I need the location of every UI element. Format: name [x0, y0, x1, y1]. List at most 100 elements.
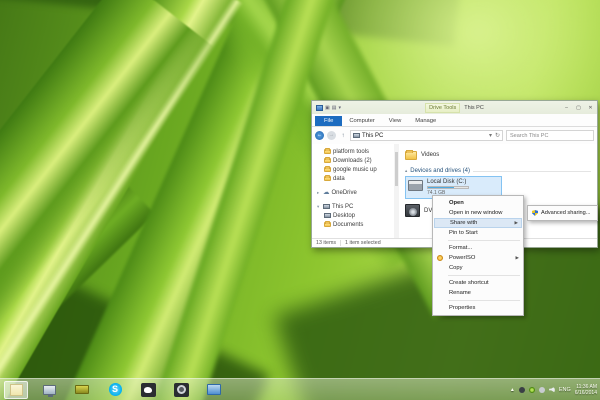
menu-item-rename[interactable]: Rename [434, 288, 522, 298]
folder-item-videos[interactable]: Videos [405, 148, 595, 162]
videos-folder-icon [405, 151, 417, 160]
taskbar-app-computer[interactable] [37, 381, 61, 399]
skype-icon: S [109, 383, 122, 396]
address-dropdown-icon[interactable]: ▾ [489, 132, 492, 139]
show-hidden-icons[interactable]: ▲ [510, 387, 515, 393]
address-box[interactable]: This PC ▾ ↻ [350, 130, 503, 141]
collapse-group-icon[interactable]: ▴ [405, 168, 407, 174]
expander-icon[interactable]: ▾ [317, 204, 321, 210]
documents-icon [324, 222, 331, 227]
notes-icon [10, 384, 23, 396]
customize-qat-icon[interactable]: ▾ [338, 105, 341, 111]
menu-separator [448, 240, 520, 241]
folder-icon [324, 158, 331, 163]
breadcrumb[interactable]: This PC [362, 133, 383, 139]
scrollbar-thumb[interactable] [395, 152, 398, 186]
uac-shield-icon [532, 210, 538, 216]
menu-item-open-new-window[interactable]: Open in new window [434, 208, 522, 218]
minimize-button[interactable]: ‒ [562, 104, 571, 112]
search-input[interactable] [506, 130, 594, 141]
folder-icon [324, 176, 331, 181]
up-button[interactable]: ↑ [339, 133, 347, 139]
clock-date: 6/16/2014 [575, 390, 597, 396]
nav-item-documents[interactable]: Documents [317, 220, 394, 229]
nav-item-data[interactable]: data [317, 174, 394, 183]
address-bar: ← → ↑ This PC ▾ ↻ [312, 127, 597, 144]
this-pc-icon [353, 133, 360, 138]
share-with-submenu: Advanced sharing... [527, 205, 598, 221]
nav-item-this-pc[interactable]: ▾ This PC [317, 202, 394, 211]
quick-access-toolbar[interactable]: ▣ ▤ ▾ [325, 105, 341, 111]
taskbar-app-dark-circle[interactable] [169, 381, 193, 399]
system-tray: ▲ ENG 11:36 AM 6/16/2014 [510, 384, 600, 396]
nav-item-onedrive[interactable]: ▸ ☁ OneDrive [317, 188, 394, 197]
network-icon[interactable] [539, 387, 545, 393]
forward-button[interactable]: → [327, 131, 336, 140]
dark-app-tile [174, 383, 189, 397]
selection-count: 1 item selected [345, 240, 381, 246]
tray-icon-poweriso[interactable] [529, 387, 535, 393]
menu-item-share-with[interactable]: Share with ▶ [434, 218, 522, 228]
close-button[interactable]: ✕ [586, 104, 595, 112]
taskbar-app-bird[interactable] [136, 381, 160, 399]
window-title: This PC [464, 105, 484, 111]
taskbar-app-media[interactable] [70, 381, 94, 399]
ring-icon [177, 385, 186, 394]
taskbar-app-skype[interactable]: S [103, 381, 127, 399]
submenu-arrow-icon: ▶ [515, 219, 518, 227]
nav-item-desktop[interactable]: Desktop [317, 211, 394, 220]
expander-icon[interactable]: ▸ [317, 190, 321, 196]
ribbon-tabs: File Computer View Manage [312, 114, 597, 127]
monitor-icon [43, 385, 56, 395]
menu-separator [448, 275, 520, 276]
contextual-tab-header: Drive Tools [425, 103, 460, 113]
menu-separator [448, 300, 520, 301]
volume-icon[interactable] [549, 387, 555, 393]
menu-item-open[interactable]: Open [434, 198, 522, 208]
tray-icon-app[interactable] [519, 387, 525, 393]
menu-item-advanced-sharing[interactable]: Advanced sharing... [529, 208, 596, 218]
nav-item-platform-tools[interactable]: platform tools [317, 147, 394, 156]
title-bar[interactable]: ▣ ▤ ▾ Drive Tools This PC ‒ ▢ ✕ [312, 101, 597, 114]
bird-app-tile [141, 383, 156, 397]
desktop-icon [324, 213, 331, 218]
clock[interactable]: 11:36 AM 6/16/2014 [575, 384, 597, 396]
folder-icon [324, 167, 331, 172]
menu-item-properties[interactable]: Properties [434, 303, 522, 313]
language-indicator[interactable]: ENG [559, 387, 571, 393]
maximize-button[interactable]: ▢ [574, 104, 583, 112]
properties-icon[interactable]: ▣ [325, 105, 330, 111]
hard-drive-icon [408, 180, 423, 191]
menu-item-format[interactable]: Format... [434, 243, 522, 253]
menu-item-copy[interactable]: Copy [434, 263, 522, 273]
folder-icon [324, 149, 331, 154]
group-header-devices[interactable]: ▴ Devices and drives (4) [405, 168, 595, 174]
tab-file[interactable]: File [315, 116, 342, 126]
computer-icon [323, 204, 330, 209]
onedrive-cloud-icon: ☁ [323, 190, 330, 195]
menu-item-poweriso[interactable]: PowerISO ▶ [434, 253, 522, 263]
app-icon [316, 105, 323, 111]
menu-item-pin-to-start[interactable]: Pin to Start [434, 228, 522, 238]
drive-label: Local Disk (C:) [427, 179, 469, 185]
refresh-icon[interactable]: ↻ [495, 132, 500, 139]
menu-item-create-shortcut[interactable]: Create shortcut [434, 278, 522, 288]
items-count: 13 items [316, 240, 336, 246]
blue-monitor-icon [207, 384, 221, 395]
navigation-pane: platform tools Downloads (2) google musi… [312, 144, 394, 238]
back-button[interactable]: ← [315, 131, 324, 140]
taskbar-app-monitor[interactable] [202, 381, 226, 399]
tab-view[interactable]: View [382, 116, 408, 126]
bird-icon [144, 387, 152, 393]
poweriso-icon [437, 255, 443, 261]
nav-item-downloads[interactable]: Downloads (2) [317, 156, 394, 165]
context-menu: Open Open in new window Share with ▶ Pin… [432, 195, 524, 316]
nav-item-google-music[interactable]: google music up [317, 165, 394, 174]
dvd-drive-icon [405, 204, 420, 217]
capacity-bar [427, 186, 469, 189]
submenu-arrow-icon: ▶ [516, 253, 519, 263]
taskbar-app-active-window[interactable] [4, 381, 28, 399]
tab-manage[interactable]: Manage [408, 116, 443, 126]
new-folder-icon[interactable]: ▤ [332, 105, 337, 111]
tab-computer[interactable]: Computer [342, 116, 381, 126]
